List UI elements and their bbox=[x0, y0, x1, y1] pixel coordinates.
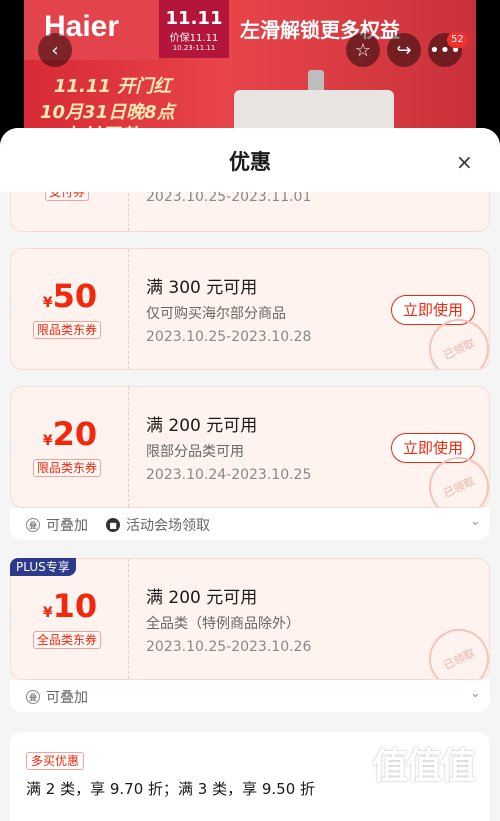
coupon-amount: ¥10 bbox=[11, 587, 129, 625]
amount-value: 50 bbox=[52, 277, 98, 315]
stack-icon: 叠 bbox=[26, 518, 40, 532]
coupon-tag: 限品类东券 bbox=[33, 459, 102, 477]
coupon-dates: 2023.10.24-2023.10.25 bbox=[146, 467, 312, 483]
favorite-button[interactable]: ☆ bbox=[346, 33, 380, 67]
sheet-header: 优惠 × bbox=[0, 128, 500, 192]
amount-value: 10 bbox=[52, 587, 98, 625]
coupon-desc: 限部分品类可用 bbox=[146, 444, 244, 460]
back-arrow-icon: ‹ bbox=[51, 39, 59, 61]
currency-symbol: ¥ bbox=[42, 295, 53, 311]
site-watermark: 值值值 zhizhizhi.com bbox=[352, 737, 494, 805]
chevron-down-icon[interactable]: ⌄ bbox=[470, 514, 481, 529]
watermark-logo: 值值值 bbox=[371, 746, 476, 787]
date-small: 价保11.11 bbox=[169, 33, 219, 44]
venue-icon: ■ bbox=[106, 518, 120, 532]
watermark-url: zhizhizhi.com bbox=[369, 789, 477, 805]
coupon-footer[interactable]: 叠 可叠加 ■ 活动会场领取 ⌄ bbox=[10, 508, 490, 540]
stackable-label: 可叠加 bbox=[46, 518, 88, 534]
coupon-tag: 全品类东券 bbox=[33, 631, 102, 649]
coupon-card: ¥50 限品类东券 满 300 元可用 仅可购买海尔部分商品 2023.10.2… bbox=[10, 248, 490, 370]
back-button[interactable]: ‹ bbox=[38, 33, 72, 67]
claimed-stamp: 已领取 bbox=[419, 619, 489, 679]
stackable-info: 叠 可叠加 bbox=[26, 687, 88, 707]
currency-symbol: ¥ bbox=[42, 605, 53, 621]
coupon-desc: 仅可购买海尔部分商品 bbox=[146, 306, 286, 322]
coupon-card: ¥10 全品类东券 满 200 元可用 全品类（特例商品除外） 2023.10.… bbox=[10, 558, 490, 680]
stackable-label: 可叠加 bbox=[46, 690, 88, 706]
share-icon: ↪ bbox=[396, 39, 412, 61]
source-info: ■ 活动会场领取 bbox=[106, 515, 210, 535]
coupon-dates: 2023.10.25-2023.10.28 bbox=[146, 329, 312, 345]
coupon-footer[interactable]: 叠 可叠加 ⌄ bbox=[10, 680, 490, 712]
currency-symbol: ¥ bbox=[42, 433, 53, 449]
share-button[interactable]: ↪ bbox=[387, 33, 421, 67]
multi-buy-text: 满 2 类，享 9.70 折；满 3 类，享 9.50 折 bbox=[26, 780, 316, 798]
date-tiny: 10.23-11.11 bbox=[172, 44, 216, 52]
multi-buy-tag: 多买优惠 bbox=[26, 752, 85, 770]
coupon-condition: 满 200 元可用 bbox=[146, 588, 258, 608]
message-badge: 52 bbox=[447, 32, 468, 48]
amount-value: 20 bbox=[52, 415, 98, 453]
stack-icon: 叠 bbox=[26, 690, 40, 704]
date-big: 11.11 bbox=[165, 8, 223, 29]
star-icon: ☆ bbox=[354, 39, 372, 61]
source-label: 活动会场领取 bbox=[126, 518, 210, 534]
coupon-dates: 2023.10.25-2023.10.26 bbox=[146, 639, 312, 655]
chevron-down-icon[interactable]: ⌄ bbox=[470, 686, 481, 701]
coupon-card: ¥20 限品类东券 满 200 元可用 限部分品类可用 2023.10.24-2… bbox=[10, 386, 490, 508]
plus-exclusive-tag: PLUS专享 bbox=[10, 558, 76, 576]
stackable-info: 叠 可叠加 bbox=[26, 515, 88, 535]
coupon-amount: ¥50 bbox=[11, 277, 129, 315]
close-icon[interactable]: × bbox=[456, 150, 473, 174]
price-protect-tag: 11.11 价保11.11 10.23-11.11 bbox=[159, 0, 229, 58]
coupon-condition: 满 200 元可用 bbox=[146, 416, 258, 436]
promo-line-1: 11.11 开门红 bbox=[54, 76, 172, 97]
sheet-title: 优惠 bbox=[229, 150, 271, 174]
coupon-amount: ¥20 bbox=[11, 415, 129, 453]
coupon-tag: 限品类东券 bbox=[33, 321, 102, 339]
coupon-desc: 全品类（特例商品除外） bbox=[146, 616, 300, 632]
coupon-sheet: 优惠 × 支付券 2023.10.25-2023.11.01 ¥50 限品类东券… bbox=[0, 128, 500, 821]
coupon-condition: 满 300 元可用 bbox=[146, 278, 258, 298]
